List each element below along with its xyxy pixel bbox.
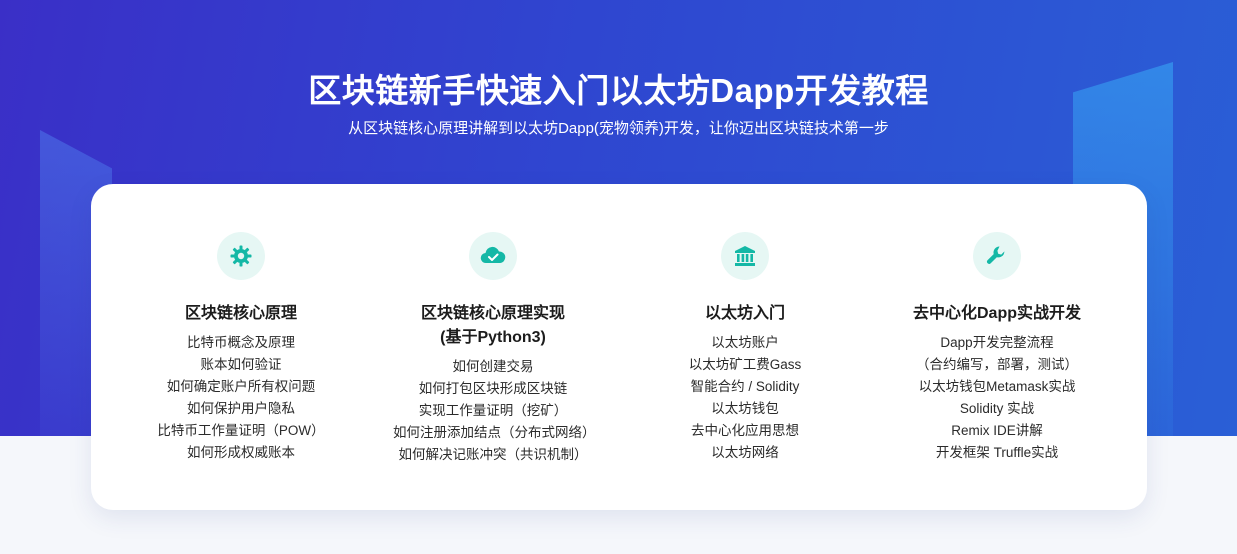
list-item: 以太坊矿工费Gass (688, 357, 802, 372)
list-item: 如何解决记账冲突（共识机制） (398, 447, 588, 462)
topic-list: 比特币概念及原理 账本如何验证 如何确定账户所有权问题 如何保护用户隐私 比特币… (141, 332, 341, 464)
cloud-check-icon (469, 232, 517, 280)
list-item: 实现工作量证明（挖矿） (418, 403, 568, 418)
list-item: Dapp开发完整流程 (940, 335, 1054, 350)
list-item: 以太坊钱包Metamask实战 (918, 379, 1076, 394)
list-item: 如何保护用户隐私 (187, 401, 295, 416)
column-title: 去中心化Dapp实战开发 (912, 305, 1081, 322)
list-item: （合约编写，部署，测试） (916, 357, 1078, 372)
list-item: 智能合约 / Solidity (690, 379, 800, 394)
list-item: 如何注册添加结点（分布式网络） (393, 425, 596, 440)
topic-list: 以太坊账户 以太坊矿工费Gass 智能合约 / Solidity 以太坊钱包 去… (645, 332, 845, 464)
list-item: 以太坊网络 (711, 445, 779, 460)
list-item: 账本如何验证 (200, 357, 282, 372)
page-subtitle: 从区块链核心原理讲解到以太坊Dapp(宠物领养)开发，让你迈出区块链技术第一步 (348, 120, 889, 137)
gear-icon (217, 232, 265, 280)
list-item: 比特币概念及原理 (187, 335, 295, 350)
column-title: 以太坊入门 (704, 305, 785, 322)
list-item: 比特币工作量证明（POW） (157, 423, 325, 438)
page-title: 区块链新手快速入门以太坊Dapp开发教程 (308, 72, 929, 109)
list-item: Remix IDE讲解 (951, 423, 1043, 438)
topic-list: Dapp开发完整流程 （合约编写，部署，测试） 以太坊钱包Metamask实战 … (897, 332, 1097, 464)
column-title: 区块链核心原理实现 (基于Python3) (420, 305, 565, 346)
topic-list: 如何创建交易 如何打包区块形成区块链 实现工作量证明（挖矿） 如何注册添加结点（… (393, 356, 596, 466)
bank-icon (721, 232, 769, 280)
list-item: 如何创建交易 (452, 359, 534, 374)
wrench-icon (973, 232, 1021, 280)
list-item: 以太坊钱包 (711, 401, 779, 416)
column-title: 区块链核心原理 (184, 305, 297, 322)
list-item: 如何确定账户所有权问题 (166, 379, 316, 394)
list-item: 如何打包区块形成区块链 (418, 381, 568, 396)
list-item: 以太坊账户 (711, 335, 779, 350)
list-item: 如何形成权威账本 (187, 445, 295, 460)
list-item: 去中心化应用思想 (691, 423, 799, 438)
list-item: 开发框架 Truffle实战 (935, 445, 1059, 460)
list-item: Solidity 实战 (959, 401, 1035, 416)
curriculum-card: 区块链核心原理 比特币概念及原理 账本如何验证 如何确定账户所有权问题 如何保护… (91, 184, 1147, 510)
